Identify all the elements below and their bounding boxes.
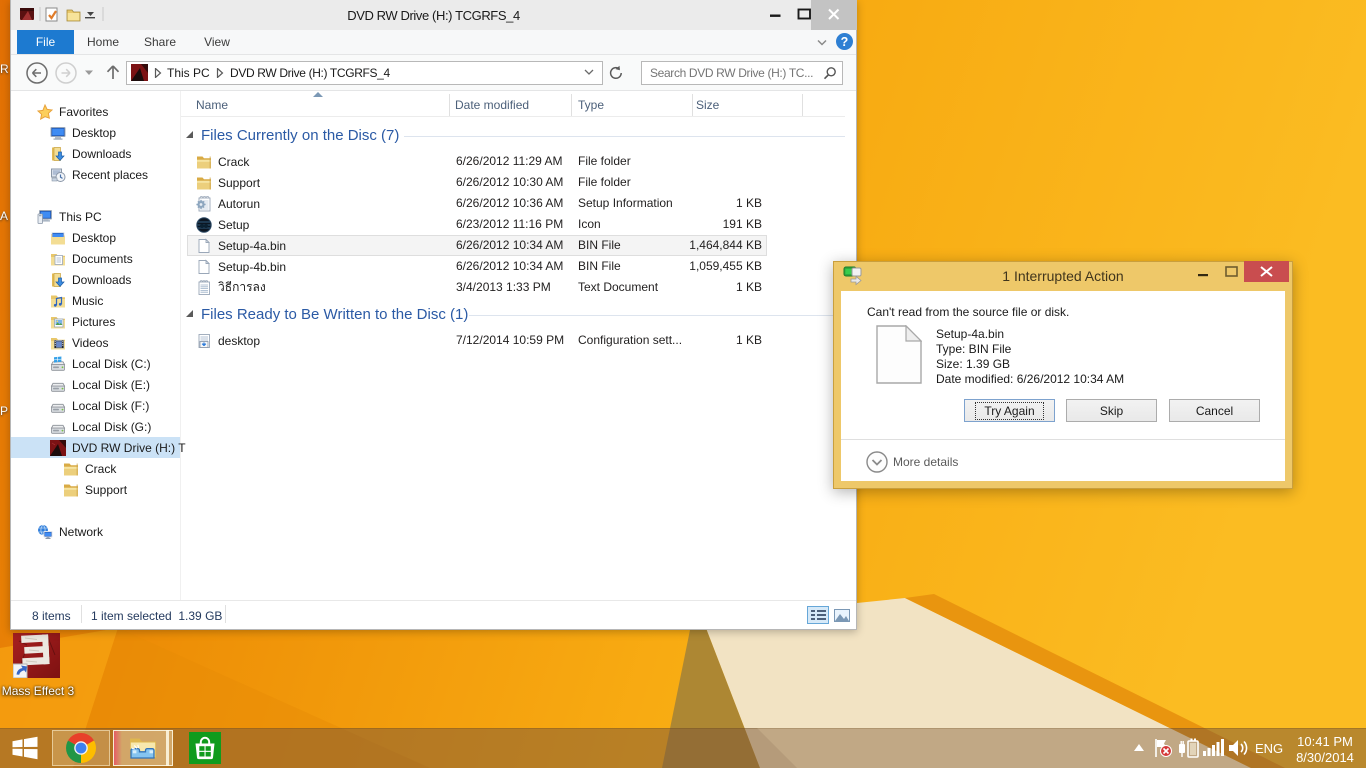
svg-text:?: ?	[841, 35, 849, 49]
